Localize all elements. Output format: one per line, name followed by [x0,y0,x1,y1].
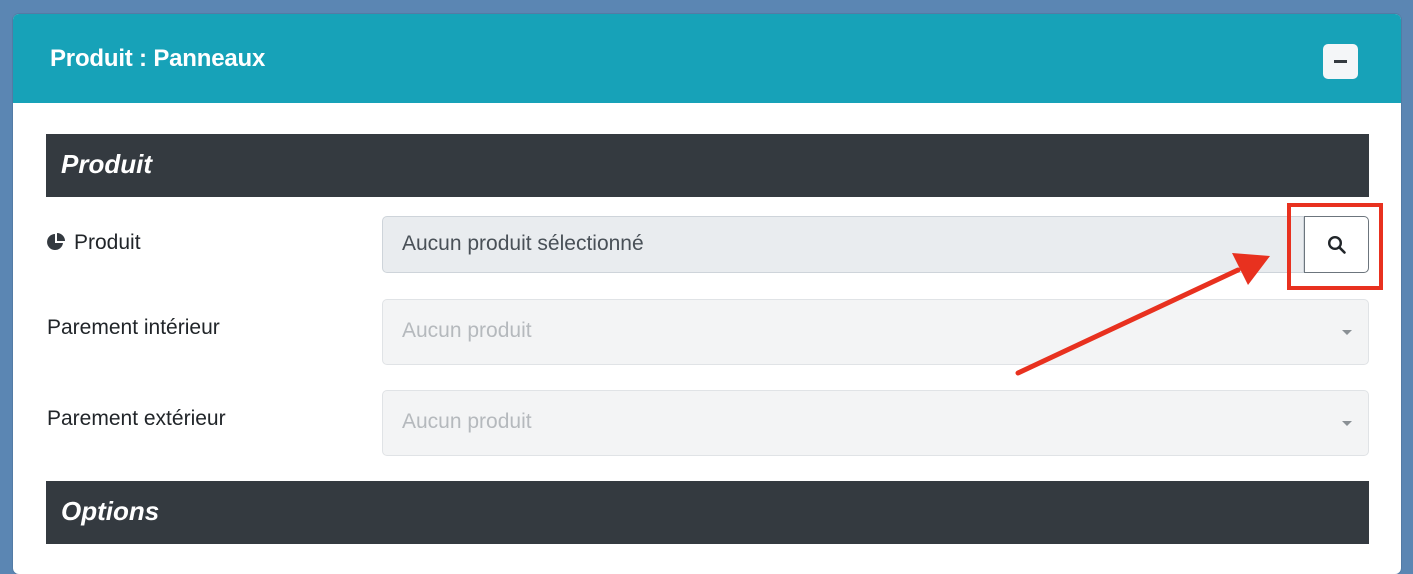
section-title-options: Options [61,496,160,526]
field-label-parement-interieur: Parement intérieur [47,316,220,339]
section-header-produit: Produit [46,134,1369,197]
chevron-down-icon [1342,330,1352,335]
produit-input-value: Aucun produit sélectionné [402,232,644,255]
section-title-produit: Produit [61,149,152,179]
field-label-parement-exterieur: Parement extérieur [47,407,226,430]
search-button[interactable] [1304,216,1369,273]
collapse-button[interactable] [1323,44,1358,79]
field-label-produit: Produit [47,231,141,255]
search-icon [1327,235,1346,254]
field-label-produit-text: Produit [74,231,141,254]
parement-exterieur-select[interactable]: Aucun produit [382,390,1369,456]
chevron-down-icon [1342,421,1352,426]
panel-title: Produit : Panneaux [50,45,266,72]
parement-interieur-select[interactable]: Aucun produit [382,299,1369,365]
product-panel-card: Produit : Panneaux Produit Produit Aucun… [13,14,1401,574]
chart-pie-icon [47,233,65,250]
parement-exterieur-placeholder: Aucun produit [402,410,532,433]
parement-interieur-placeholder: Aucun produit [402,319,532,342]
minus-icon [1334,60,1347,63]
panel-header: Produit : Panneaux [13,14,1401,103]
produit-input[interactable]: Aucun produit sélectionné [382,216,1304,273]
section-header-options: Options [46,481,1369,544]
